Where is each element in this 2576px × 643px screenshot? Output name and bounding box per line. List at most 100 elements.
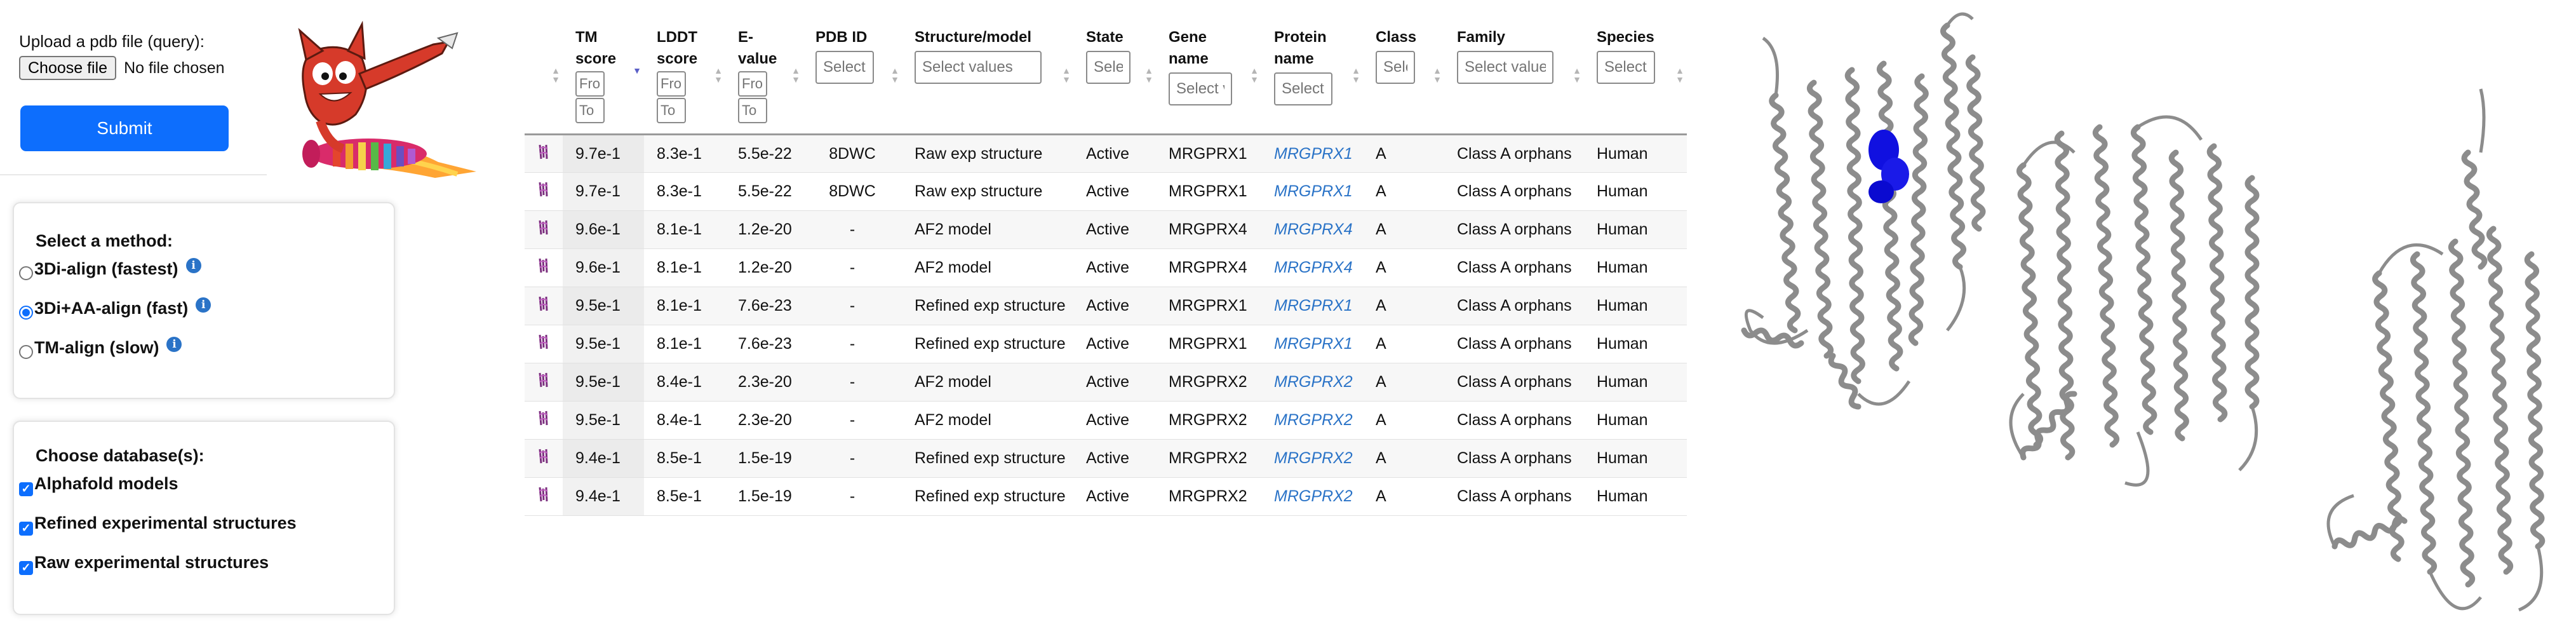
sort-icon[interactable]: ▲ ▼ xyxy=(1352,66,1360,84)
cell-protein[interactable]: MRGPRX2 xyxy=(1261,439,1363,478)
choose-file-button[interactable]: Choose file xyxy=(19,56,117,80)
db-option-alphafold[interactable]: ✓ Alphafold models xyxy=(19,474,178,496)
table-row[interactable]: 9.4e-1 8.5e-1 1.5e-19- Refined exp structur… xyxy=(525,477,1687,516)
checkbox-raw[interactable]: ✓ xyxy=(19,560,33,575)
db-option-raw[interactable]: ✓ Raw experimental structures xyxy=(19,553,269,575)
table-row[interactable]: 9.5e-1 8.1e-1 7.6e-23- Refined exp structur… xyxy=(525,325,1687,363)
sort-icon[interactable]: ▲ ▼ xyxy=(714,66,723,84)
gpcr-receptor-icon[interactable] xyxy=(537,144,550,160)
col-protein-header[interactable]: Protein name ▲ ▼ xyxy=(1261,11,1363,135)
sort-icon[interactable]: ▲ ▼ xyxy=(1144,66,1153,84)
row-icon-cell[interactable] xyxy=(525,287,563,325)
col-state-header[interactable]: State ▲ ▼ xyxy=(1073,11,1156,135)
sort-icon[interactable]: ▲ ▼ xyxy=(890,66,899,84)
sort-icon[interactable]: ▲ ▼ xyxy=(1250,66,1259,84)
sort-icon[interactable]: ▲ ▼ xyxy=(791,66,800,84)
table-row[interactable]: 9.6e-1 8.1e-1 1.2e-20- AF2 model Active MRGPR… xyxy=(525,248,1687,287)
gpcr-receptor-icon[interactable] xyxy=(537,219,550,236)
info-icon[interactable]: i xyxy=(166,336,182,352)
evalue-from-input[interactable] xyxy=(738,71,767,97)
col-family-header[interactable]: Family ▲ ▼ xyxy=(1444,11,1584,135)
info-icon[interactable]: i xyxy=(196,297,211,313)
cell-protein[interactable]: MRGPRX2 xyxy=(1261,363,1363,402)
row-icon-cell[interactable] xyxy=(525,401,563,440)
gpcr-receptor-icon[interactable] xyxy=(537,257,550,274)
sort-icon[interactable]: ▲ ▼ xyxy=(1675,66,1684,84)
cell-protein[interactable]: MRGPRX2 xyxy=(1261,477,1363,516)
col-lddt-header[interactable]: LDDT score ▲ ▼ xyxy=(644,11,725,135)
col-gene-header[interactable]: Gene name ▲ ▼ xyxy=(1156,11,1261,135)
cell-state: Active xyxy=(1073,401,1156,440)
col-species-header[interactable]: Species ▲ ▼ xyxy=(1584,11,1687,135)
col-icon-header[interactable]: ▲ ▼ xyxy=(525,11,563,135)
structure-select[interactable] xyxy=(915,51,1042,84)
state-select[interactable] xyxy=(1086,51,1130,84)
database-card: Choose database(s): ✓ Alphafold models ✓… xyxy=(13,421,395,615)
db-option-refined[interactable]: ✓ Refined experimental structures xyxy=(19,513,297,536)
row-icon-cell[interactable] xyxy=(525,134,563,173)
row-icon-cell[interactable] xyxy=(525,363,563,402)
row-icon-cell[interactable] xyxy=(525,210,563,249)
cell-protein[interactable]: MRGPRX2 xyxy=(1261,401,1363,440)
gpcr-receptor-icon[interactable] xyxy=(537,486,550,503)
gpcr-receptor-icon[interactable] xyxy=(537,334,550,350)
radio-3di[interactable] xyxy=(19,266,33,280)
sort-icon[interactable]: ▲ ▼ xyxy=(551,66,560,84)
class-select[interactable] xyxy=(1376,51,1415,84)
row-icon-cell[interactable] xyxy=(525,172,563,211)
col-structure-header[interactable]: Structure/model ▲ ▼ xyxy=(902,11,1073,135)
table-row[interactable]: 9.5e-1 8.1e-1 7.6e-23- Refined exp structur… xyxy=(525,287,1687,325)
sort-icon[interactable]: ▲ ▼ xyxy=(1433,66,1442,84)
checkbox-alphafold[interactable]: ✓ xyxy=(19,482,33,496)
method-option-3di[interactable]: 3Di-align (fastest) i xyxy=(19,257,201,280)
evalue-to-input[interactable] xyxy=(738,98,767,123)
row-icon-cell[interactable] xyxy=(525,325,563,363)
radio-3di-aa[interactable] xyxy=(19,305,33,320)
family-select[interactable] xyxy=(1457,51,1553,84)
col-class-header[interactable]: Class ▲ ▼ xyxy=(1363,11,1444,135)
table-row[interactable]: 9.4e-1 8.5e-1 1.5e-19- Refined exp structur… xyxy=(525,439,1687,478)
method-option-tm-align[interactable]: TM-align (slow) i xyxy=(19,336,182,359)
protein-select[interactable] xyxy=(1274,72,1332,105)
mascot-logo xyxy=(298,20,476,178)
cell-protein[interactable]: MRGPRX1 xyxy=(1261,287,1363,325)
cell-protein[interactable]: MRGPRX4 xyxy=(1261,248,1363,287)
lddt-from-input[interactable] xyxy=(657,71,686,97)
info-icon[interactable]: i xyxy=(185,257,201,273)
lddt-to-input[interactable] xyxy=(657,98,686,123)
gpcr-receptor-icon[interactable] xyxy=(537,295,550,312)
cell-structure: AF2 model xyxy=(902,363,1073,402)
gpcr-receptor-icon[interactable] xyxy=(537,181,550,198)
tm-from-input[interactable] xyxy=(575,71,605,97)
cell-protein[interactable]: MRGPRX1 xyxy=(1261,134,1363,173)
col-pdb-header[interactable]: PDB ID ▲ ▼ xyxy=(803,11,902,135)
gene-select[interactable] xyxy=(1169,72,1232,105)
cell-protein[interactable]: MRGPRX1 xyxy=(1261,172,1363,211)
table-row[interactable]: 9.7e-1 8.3e-1 5.5e-22 8DWC Raw exp structure… xyxy=(525,172,1687,211)
gpcr-receptor-icon[interactable] xyxy=(537,410,550,426)
cell-protein[interactable]: MRGPRX4 xyxy=(1261,210,1363,249)
gpcr-receptor-icon[interactable] xyxy=(537,448,550,464)
submit-button[interactable]: Submit xyxy=(20,105,229,151)
sort-desc-icon[interactable]: ▼ xyxy=(633,66,641,75)
radio-tm-align[interactable] xyxy=(19,344,33,359)
col-tm-header[interactable]: TM score ▼ xyxy=(563,11,644,135)
cell-protein[interactable]: MRGPRX1 xyxy=(1261,325,1363,363)
checkbox-refined[interactable]: ✓ xyxy=(19,521,33,536)
tm-to-input[interactable] xyxy=(575,98,605,123)
method-option-3di-aa[interactable]: 3Di+AA-align (fast) i xyxy=(19,297,211,320)
row-icon-cell[interactable] xyxy=(525,477,563,516)
species-select[interactable] xyxy=(1597,51,1655,84)
pdb-select[interactable] xyxy=(815,51,874,84)
sort-icon[interactable]: ▲ ▼ xyxy=(1573,66,1581,84)
table-row[interactable]: 9.7e-1 8.3e-1 5.5e-22 8DWC Raw exp structure… xyxy=(525,134,1687,173)
gpcr-receptor-icon[interactable] xyxy=(537,372,550,388)
row-icon-cell[interactable] xyxy=(525,439,563,478)
table-row[interactable]: 9.5e-1 8.4e-1 2.3e-20- AF2 model Active MRGPR… xyxy=(525,401,1687,440)
row-icon-cell[interactable] xyxy=(525,248,563,287)
table-row[interactable]: 9.6e-1 8.1e-1 1.2e-20- AF2 model Active MRGPR… xyxy=(525,210,1687,249)
col-evalue-header[interactable]: E-value ▲ ▼ xyxy=(725,11,803,135)
file-picker[interactable]: Choose file No file chosen xyxy=(19,56,248,80)
sort-icon[interactable]: ▲ ▼ xyxy=(1062,66,1071,84)
table-row[interactable]: 9.5e-1 8.4e-1 2.3e-20- AF2 model Active MRGPR… xyxy=(525,363,1687,402)
